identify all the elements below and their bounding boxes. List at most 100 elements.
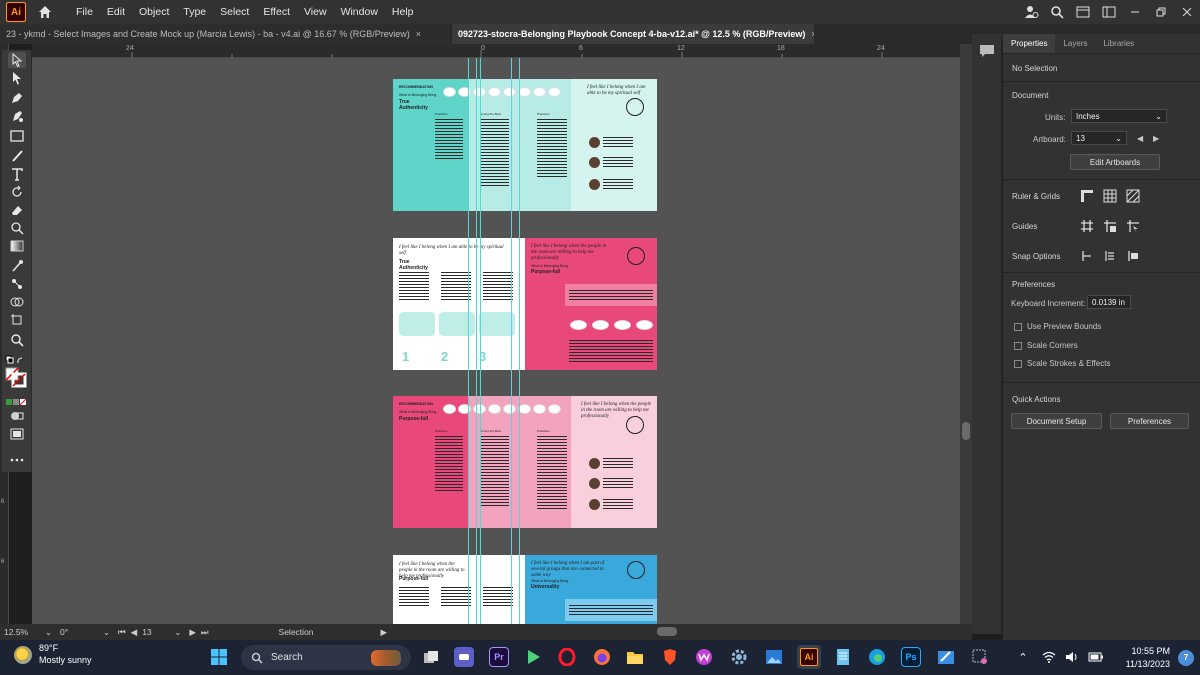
chevron-down-icon[interactable]: ⌄ bbox=[174, 627, 181, 638]
close-tab-icon[interactable]: × bbox=[811, 29, 814, 39]
warp-tool-icon[interactable] bbox=[8, 220, 26, 236]
close-window-icon[interactable] bbox=[1174, 0, 1200, 24]
rotation-field[interactable]: 0° ⌄ bbox=[56, 625, 114, 639]
scale-strokes-checkbox[interactable]: Scale Strokes & Effects bbox=[1014, 359, 1110, 368]
units-select[interactable]: Inches ⌄ bbox=[1071, 109, 1167, 123]
edit-artboards-button[interactable]: Edit Artboards bbox=[1070, 154, 1160, 170]
curvature-tool-icon[interactable] bbox=[8, 108, 26, 124]
chevron-down-icon[interactable]: ⌄ bbox=[103, 627, 110, 638]
menu-file[interactable]: File bbox=[69, 0, 100, 24]
menu-edit[interactable]: Edit bbox=[100, 0, 132, 24]
menu-select[interactable]: Select bbox=[213, 0, 256, 24]
scale-corners-checkbox[interactable]: Scale Corners bbox=[1014, 341, 1078, 350]
drawing-modes-icon[interactable] bbox=[8, 408, 26, 424]
artboard-select[interactable]: 13 ⌄ bbox=[1071, 131, 1127, 145]
smart-guides-icon[interactable] bbox=[1125, 218, 1141, 234]
keyboard-increment-input[interactable]: 0.0139 in bbox=[1087, 295, 1131, 309]
zoom-tool-icon[interactable] bbox=[8, 332, 26, 348]
snap-to-pixel-icon[interactable] bbox=[1102, 248, 1118, 264]
artboard-tool-icon[interactable] bbox=[8, 312, 26, 328]
share-user-icon[interactable] bbox=[1018, 0, 1044, 24]
horizontal-ruler[interactable]: 24 0 6 12 18 24 bbox=[32, 44, 960, 58]
task-view-icon[interactable] bbox=[421, 647, 441, 667]
ruler-icon[interactable] bbox=[1079, 188, 1095, 204]
shape-builder-tool-icon[interactable] bbox=[8, 294, 26, 310]
firefox-icon[interactable] bbox=[592, 647, 612, 667]
photos-icon[interactable] bbox=[764, 647, 784, 667]
brave-icon[interactable] bbox=[660, 647, 680, 667]
workspace-switcher-icon[interactable] bbox=[1096, 0, 1122, 24]
menu-object[interactable]: Object bbox=[132, 0, 176, 24]
menu-window[interactable]: Window bbox=[334, 0, 385, 24]
tab-playbook-document[interactable]: 092723-stocra-Belonging Playbook Concept… bbox=[452, 24, 814, 44]
snap-to-point-icon[interactable] bbox=[1079, 248, 1095, 264]
settings-gear-icon[interactable] bbox=[729, 647, 749, 667]
artboard-number[interactable]: 13 bbox=[142, 627, 174, 637]
eyedropper-tool-icon[interactable] bbox=[8, 258, 26, 274]
type-tool-icon[interactable] bbox=[8, 166, 26, 182]
show-guides-icon[interactable] bbox=[1079, 218, 1095, 234]
previous-artboard-icon[interactable]: ◀ bbox=[1137, 134, 1143, 143]
canvas[interactable]: RECOMMENDATION What is Belonging Bring T… bbox=[32, 58, 960, 624]
guide-line[interactable] bbox=[519, 58, 520, 624]
menu-help[interactable]: Help bbox=[385, 0, 421, 24]
guide-line[interactable] bbox=[480, 58, 481, 624]
wifi-icon[interactable] bbox=[1042, 651, 1056, 665]
notification-badge[interactable]: 7 bbox=[1178, 649, 1194, 666]
taskbar-search-box[interactable]: Search bbox=[241, 645, 411, 670]
status-menu-arrow-icon[interactable]: ▶ bbox=[377, 625, 392, 639]
arrange-documents-icon[interactable] bbox=[1070, 0, 1096, 24]
snipping-tool-icon[interactable] bbox=[970, 647, 990, 667]
clock[interactable]: 10:55 PM 11/13/2023 bbox=[1126, 645, 1170, 669]
edge-icon[interactable] bbox=[867, 647, 887, 667]
battery-icon[interactable] bbox=[1088, 652, 1104, 664]
opera-icon[interactable] bbox=[557, 647, 577, 667]
use-preview-bounds-checkbox[interactable]: Use Preview Bounds bbox=[1014, 322, 1101, 331]
artboard-universality[interactable]: I feel like I belong when the people in … bbox=[393, 555, 657, 624]
home-icon[interactable] bbox=[37, 4, 53, 20]
file-explorer-icon[interactable] bbox=[625, 647, 645, 667]
chevron-up-icon[interactable]: ⌃ bbox=[1018, 651, 1027, 664]
tab-properties[interactable]: Properties bbox=[1003, 34, 1056, 53]
artboard-true-authenticity[interactable]: RECOMMENDATION What is Belonging Bring T… bbox=[393, 79, 657, 211]
vertical-scrollbar[interactable] bbox=[960, 44, 972, 624]
lock-guides-icon[interactable] bbox=[1102, 218, 1118, 234]
artboard-spiritual-purpose[interactable]: I feel like I belong when I am able to b… bbox=[393, 238, 657, 370]
selection-tool-icon[interactable] bbox=[8, 52, 26, 68]
paint-icon[interactable] bbox=[936, 647, 956, 667]
premiere-pro-icon[interactable]: Pr bbox=[489, 647, 509, 667]
more-tools-icon[interactable] bbox=[8, 452, 26, 468]
tab-mockup-document[interactable]: 23 - ykmd - Select Images and Create Moc… bbox=[0, 24, 450, 44]
fill-stroke-icon[interactable] bbox=[4, 366, 28, 388]
menu-effect[interactable]: Effect bbox=[256, 0, 297, 24]
snap-to-glyph-icon[interactable] bbox=[1125, 248, 1141, 264]
notepad-icon[interactable] bbox=[833, 647, 853, 667]
eraser-tool-icon[interactable] bbox=[8, 202, 26, 218]
gradient-tool-icon[interactable] bbox=[8, 238, 26, 254]
wondershare-icon[interactable] bbox=[694, 647, 714, 667]
rectangle-tool-icon[interactable] bbox=[8, 128, 26, 144]
tab-layers[interactable]: Layers bbox=[1055, 34, 1095, 53]
preferences-button[interactable]: Preferences bbox=[1110, 413, 1189, 429]
document-setup-button[interactable]: Document Setup bbox=[1011, 413, 1102, 429]
menu-view[interactable]: View bbox=[297, 0, 334, 24]
weather-widget[interactable]: 89°F Mostly sunny bbox=[14, 643, 92, 666]
start-icon[interactable] bbox=[209, 647, 229, 667]
zoom-field[interactable]: 12.5% ⌄ bbox=[0, 625, 56, 639]
last-artboard-icon[interactable]: ⏭ bbox=[201, 627, 209, 638]
guide-line[interactable] bbox=[468, 58, 469, 624]
volume-icon[interactable] bbox=[1065, 651, 1079, 665]
chevron-down-icon[interactable]: ⌄ bbox=[45, 627, 52, 638]
next-artboard-icon[interactable]: ▶ bbox=[189, 627, 196, 638]
guide-line[interactable] bbox=[511, 58, 512, 624]
comments-icon[interactable] bbox=[979, 44, 995, 60]
guide-line[interactable] bbox=[476, 58, 477, 624]
screen-mode-icon[interactable] bbox=[8, 426, 26, 442]
photoshop-icon[interactable]: Ps bbox=[901, 647, 921, 667]
first-artboard-icon[interactable]: ⏮ bbox=[118, 627, 126, 638]
close-tab-icon[interactable]: × bbox=[416, 29, 421, 39]
puppet-warp-tool-icon[interactable] bbox=[8, 276, 26, 292]
restore-icon[interactable] bbox=[1148, 0, 1174, 24]
scroll-thumb[interactable] bbox=[962, 422, 970, 440]
teams-chat-icon[interactable] bbox=[454, 647, 474, 667]
